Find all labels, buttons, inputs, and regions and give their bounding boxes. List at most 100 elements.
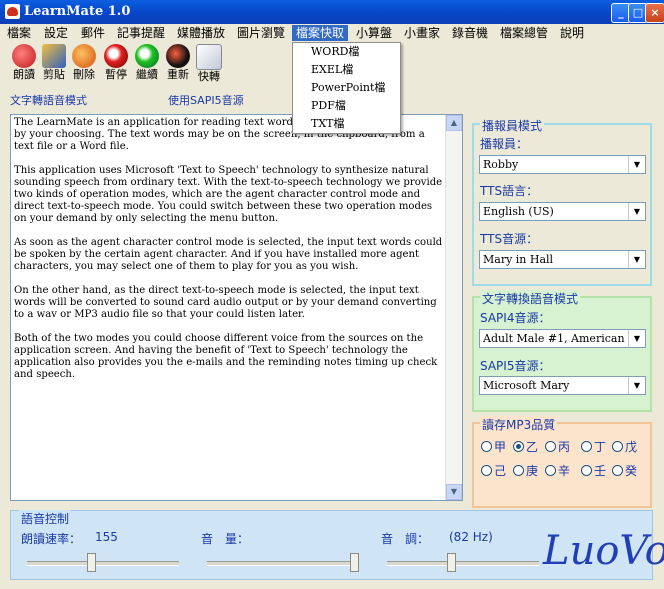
restart-icon: [166, 44, 190, 68]
radio-quality-5[interactable]: 戊: [612, 438, 637, 455]
sapi5-label: SAPI5音源：: [480, 359, 551, 373]
pitch-slider-thumb[interactable]: [447, 553, 456, 572]
file-fetch-dropdown: WORD檔 EXEL檔 PowerPoint檔 PDF檔 TXT檔: [292, 42, 401, 134]
tts-source-select[interactable]: Mary in Hall ▼: [479, 250, 646, 269]
volume-slider-thumb[interactable]: [350, 553, 359, 572]
read-aloud-label: 朗讀: [13, 68, 35, 81]
radio-dot: [581, 441, 592, 452]
title-bar: LearnMate 1.0 _ □ ×: [0, 0, 664, 24]
read-aloud-button[interactable]: 朗讀: [9, 44, 39, 82]
speaker-select[interactable]: Robby ▼: [479, 155, 646, 174]
radio-label: 丁: [594, 440, 607, 454]
pitch-label: 音 調：: [381, 532, 430, 546]
continue-icon: [135, 44, 159, 68]
text-content: The LearnMate is an application for read…: [14, 117, 443, 380]
restart-label: 重新: [167, 68, 189, 81]
rate-label: 朗讀速率：: [21, 532, 82, 546]
pitch-value: (82 Hz): [449, 530, 493, 544]
menu-media[interactable]: 媒體播放: [173, 25, 229, 41]
chevron-down-icon[interactable]: ▼: [628, 203, 645, 220]
fast-forward-button[interactable]: 快轉: [194, 44, 224, 84]
voice-caption: 語音控制: [19, 510, 72, 527]
radio-dot: [545, 441, 556, 452]
radio-dot: [513, 441, 524, 452]
radio-dot: [481, 465, 492, 476]
scroll-up-icon[interactable]: ▲: [446, 115, 462, 131]
mode-label: 文字轉語音模式: [10, 94, 87, 107]
delete-icon: [72, 44, 96, 68]
radio-dot: [581, 465, 592, 476]
menu-reminder[interactable]: 記事提醒: [113, 25, 169, 41]
rate-slider-thumb[interactable]: [87, 553, 96, 572]
delete-button[interactable]: 刪除: [69, 44, 99, 82]
tts-source-label: TTS音源：: [480, 232, 539, 246]
rate-value: 155: [95, 530, 118, 544]
chevron-down-icon[interactable]: ▼: [628, 330, 645, 347]
dropdown-excel[interactable]: EXEL檔: [293, 61, 400, 79]
scroll-down-icon[interactable]: ▼: [446, 484, 462, 500]
radio-dot: [612, 465, 623, 476]
radio-label: 戊: [625, 440, 638, 454]
clipboard-button[interactable]: 剪貼: [39, 44, 69, 82]
chevron-down-icon[interactable]: ▼: [628, 156, 645, 173]
radio-dot: [545, 465, 556, 476]
radio-quality-1[interactable]: 甲: [481, 438, 506, 455]
dropdown-powerpoint[interactable]: PowerPoint檔: [293, 79, 400, 97]
radio-quality-6[interactable]: 己: [481, 462, 506, 479]
sapi5-value: Microsoft Mary: [483, 379, 570, 392]
close-button[interactable]: ×: [645, 3, 664, 23]
menu-help[interactable]: 說明: [556, 25, 588, 41]
menu-paint[interactable]: 小畫家: [400, 25, 444, 41]
app-icon[interactable]: [5, 4, 20, 19]
menu-file-fetch[interactable]: 檔案快取: [292, 25, 349, 41]
radio-label: 辛: [558, 464, 571, 478]
chevron-down-icon[interactable]: ▼: [628, 377, 645, 394]
volume-slider-track[interactable]: [207, 561, 359, 566]
text-input-area[interactable]: The LearnMate is an application for read…: [10, 114, 463, 501]
pause-button[interactable]: 暫停: [101, 44, 131, 82]
radio-quality-2[interactable]: 乙: [513, 438, 538, 455]
continue-button[interactable]: 繼續: [132, 44, 162, 82]
menu-calculator[interactable]: 小算盤: [352, 25, 396, 41]
sapi5-select[interactable]: Microsoft Mary ▼: [479, 376, 646, 395]
pause-label: 暫停: [105, 68, 127, 81]
speaker-value: Robby: [483, 158, 519, 171]
radio-dot: [481, 441, 492, 452]
menu-mail[interactable]: 郵件: [77, 25, 109, 41]
radio-label: 乙: [526, 440, 539, 454]
dropdown-word[interactable]: WORD檔: [293, 43, 400, 61]
sapi4-select[interactable]: Adult Male #1, American English ▼: [479, 329, 646, 348]
radio-quality-3[interactable]: 丙: [545, 438, 570, 455]
radio-label: 己: [494, 464, 507, 478]
mp3-caption: 讀存MP3品質: [480, 416, 558, 433]
read-aloud-icon: [12, 44, 36, 68]
menu-image[interactable]: 圖片瀏覽: [233, 25, 289, 41]
tts-language-select[interactable]: English (US) ▼: [479, 202, 646, 221]
radio-quality-9[interactable]: 壬: [581, 462, 606, 479]
radio-label: 癸: [625, 464, 638, 478]
volume-label: 音 量：: [201, 532, 250, 546]
radio-quality-7[interactable]: 庚: [513, 462, 538, 479]
toolbar: 朗讀 剪貼 刪除 暫停 繼續 重新 快轉: [0, 44, 290, 88]
menu-recorder[interactable]: 錄音機: [448, 25, 492, 41]
menu-settings[interactable]: 設定: [40, 25, 72, 41]
clipboard-label: 剪貼: [43, 68, 65, 81]
pause-icon: [104, 44, 128, 68]
tts-language-label: TTS語言：: [480, 184, 539, 198]
logo-text: LuoVoc: [543, 528, 664, 574]
clipboard-icon: [42, 44, 66, 68]
menu-file[interactable]: 檔案: [3, 25, 35, 41]
pitch-slider-track[interactable]: [387, 561, 539, 566]
dropdown-pdf[interactable]: PDF檔: [293, 97, 400, 115]
rate-slider-track[interactable]: [27, 561, 179, 566]
chevron-down-icon[interactable]: ▼: [628, 251, 645, 268]
menu-explorer[interactable]: 檔案總管: [496, 25, 552, 41]
radio-label: 甲: [494, 440, 507, 454]
radio-quality-8[interactable]: 辛: [545, 462, 570, 479]
radio-quality-10[interactable]: 癸: [612, 462, 637, 479]
menu-bar: 檔案 設定 郵件 記事提醒 媒體播放 圖片瀏覽 檔案快取 小算盤 小畫家 錄音機…: [0, 24, 664, 42]
radio-quality-4[interactable]: 丁: [581, 438, 606, 455]
vertical-scrollbar[interactable]: ▲ ▼: [445, 115, 462, 500]
dropdown-txt[interactable]: TXT檔: [293, 115, 400, 133]
restart-button[interactable]: 重新: [163, 44, 193, 82]
